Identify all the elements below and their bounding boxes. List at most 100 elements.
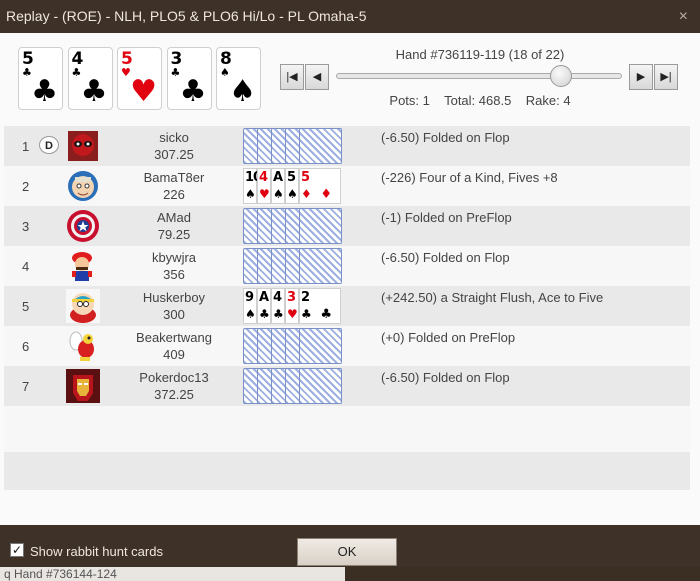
board-card: 4 ♣ ♣	[67, 47, 113, 110]
hole-cards	[243, 208, 353, 246]
hole-card: 5 ♦ ♦	[299, 168, 341, 204]
skip-back-icon: |◀	[286, 71, 298, 83]
hand-number: Hand #736119-119 (18 of 22)	[395, 47, 565, 62]
players-table: 1 Dsicko 307.25 (-6.50) Folded on Flop 2 Bama…	[4, 126, 690, 490]
hand-result: (-6.50) Folded on Flop	[381, 370, 510, 385]
suit-icon: ♠	[229, 74, 256, 109]
pot-total: Total: 468.5	[444, 93, 512, 108]
hole-card: 3 ♥	[285, 288, 299, 324]
board-card: 5 ♥ ♥	[117, 47, 162, 110]
last-hand-button[interactable]: ▶|	[654, 64, 678, 90]
seat-number: 3	[22, 219, 30, 234]
board-card: 8 ♠ ♠	[216, 47, 261, 110]
player-stack: 79.25	[157, 227, 191, 242]
player-name: sicko	[159, 130, 189, 145]
suit-icon: ♠	[273, 187, 284, 201]
rabbit-hunt-label: Show rabbit hunt cards	[30, 544, 163, 559]
seat-number: 6	[22, 339, 30, 354]
hole-card: 4 ♣	[271, 288, 285, 324]
captain-america-shield-avatar	[66, 209, 100, 243]
iron-man-avatar	[66, 369, 100, 403]
suit-icon: ♦	[301, 187, 312, 201]
hole-cards: 9 ♠ A ♣ 4 ♣ 3 ♥ 2 ♣ ♣	[243, 288, 353, 326]
suit-icon: ♣	[179, 74, 207, 109]
player-stack: 356	[163, 267, 185, 282]
seat-number: 5	[22, 299, 30, 314]
player-row: 5 Huskerboy 300 9 ♠ A ♣ 4 ♣ 3 ♥ 2 ♣ ♣ (+242.50) a Stra…	[4, 286, 690, 326]
hole-cards	[243, 128, 353, 166]
suit-icon: ♣	[320, 307, 332, 322]
close-icon[interactable]: ×	[679, 0, 688, 33]
seat-number: 7	[22, 379, 30, 394]
player-row: 3 AMad 79.25 (-1) Folded on PreFlop	[4, 206, 690, 246]
suit-icon: ♣	[80, 74, 108, 109]
replay-content: 5 ♣ ♣ 4 ♣ ♣ 5 ♥ ♥ 3 ♣ ♣ 8 ♠ ♠ Hand #736119-119 (18 of …	[0, 33, 700, 525]
player-stack: 226	[163, 187, 185, 202]
title-bar: Replay - (ROE) - NLH, PLO5 & PLO6 Hi/Lo …	[0, 0, 700, 33]
hole-cards	[243, 368, 353, 406]
player-row: 4 kbywjra 356 (-6.50) Folded on Flop	[4, 246, 690, 286]
suit-icon: ♥	[287, 307, 298, 321]
step-forward-icon: ▶	[636, 71, 646, 83]
hand-result: (+0) Folded on PreFlop	[381, 330, 516, 345]
hole-card: 4 ♥	[257, 168, 271, 204]
seat-number: 2	[22, 179, 30, 194]
suit-icon: ♥	[259, 187, 270, 201]
suit-icon: ♥	[130, 74, 157, 109]
card-back-icon	[299, 128, 342, 164]
player-name: AMad	[157, 210, 191, 225]
hand-slider-thumb[interactable]	[549, 65, 572, 87]
hole-cards	[243, 328, 353, 366]
suit-icon: ♠	[245, 187, 256, 201]
suit-icon: ♣	[301, 307, 312, 321]
dealer-button-icon: D	[39, 136, 59, 154]
ok-button[interactable]: OK	[297, 538, 397, 566]
suit-icon: ♠	[287, 187, 298, 201]
suit-icon: ♦	[320, 187, 332, 202]
hole-cards: 10 ♠ 4 ♥ A ♠ 5 ♠ 5 ♦ ♦	[243, 168, 353, 206]
background-window-text: q Hand #736144-124	[0, 567, 345, 581]
deadpool-avatar	[66, 129, 100, 163]
hole-card: 2 ♣ ♣	[299, 288, 341, 324]
seat-number: 1	[22, 139, 30, 154]
next-step-button[interactable]: ▶	[629, 64, 653, 90]
player-row: 1 Dsicko 307.25 (-6.50) Folded on Flop	[4, 126, 690, 166]
board-card: 3 ♣ ♣	[166, 47, 212, 110]
mario-avatar	[66, 249, 100, 283]
player-row: 7 Pokerdoc13 372.25 (-6.50) Folded on Flop	[4, 366, 690, 406]
suit-icon: ♣	[259, 307, 270, 321]
player-name: Huskerboy	[142, 290, 206, 305]
board-card: 5 ♣ ♣	[18, 47, 63, 110]
card-back-icon	[299, 248, 342, 284]
rabbit-hunt-checkbox[interactable]: ✓	[10, 543, 24, 557]
background-window	[345, 567, 700, 581]
player-name: kbywjra	[151, 250, 197, 265]
koopa-paratroopa-avatar	[66, 329, 100, 363]
player-stack: 307.25	[154, 147, 194, 162]
rake-amount: Rake: 4	[525, 93, 571, 108]
hole-card: 5 ♠	[285, 168, 299, 204]
hand-result: (-6.50) Folded on Flop	[381, 250, 510, 265]
cartman-avatar	[66, 289, 100, 323]
previous-step-button[interactable]: ◀	[305, 64, 329, 90]
pots-count: Pots: 1	[389, 93, 430, 108]
pot-summary: Pots: 1 Total: 468.5 Rake: 4	[340, 93, 620, 108]
card-back-icon	[299, 368, 342, 404]
hand-result: (-1) Folded on PreFlop	[381, 210, 512, 225]
window-title: Replay - (ROE) - NLH, PLO5 & PLO6 Hi/Lo …	[6, 8, 367, 24]
player-stack: 300	[163, 307, 185, 322]
step-back-icon: ◀	[312, 71, 322, 83]
hand-result: (-6.50) Folded on Flop	[381, 130, 510, 145]
suit-icon: ♣	[273, 307, 284, 321]
empty-row	[4, 406, 690, 452]
player-name: Pokerdoc13	[139, 370, 209, 385]
player-row: 2 BamaT8er 226 10 ♠ 4 ♥ A ♠ 5 ♠ 5 ♦ ♦ (-226) Four of a…	[4, 166, 690, 206]
card-back-icon	[299, 208, 342, 244]
empty-row	[4, 452, 690, 490]
hole-card: 10 ♠	[243, 168, 262, 204]
suit-icon: ♣	[31, 74, 58, 109]
hand-slider-track[interactable]	[336, 73, 622, 79]
hand-result: (-226) Four of a Kind, Fives +8	[381, 170, 558, 185]
first-hand-button[interactable]: |◀	[280, 64, 304, 90]
cartoon-face-avatar	[66, 169, 100, 203]
